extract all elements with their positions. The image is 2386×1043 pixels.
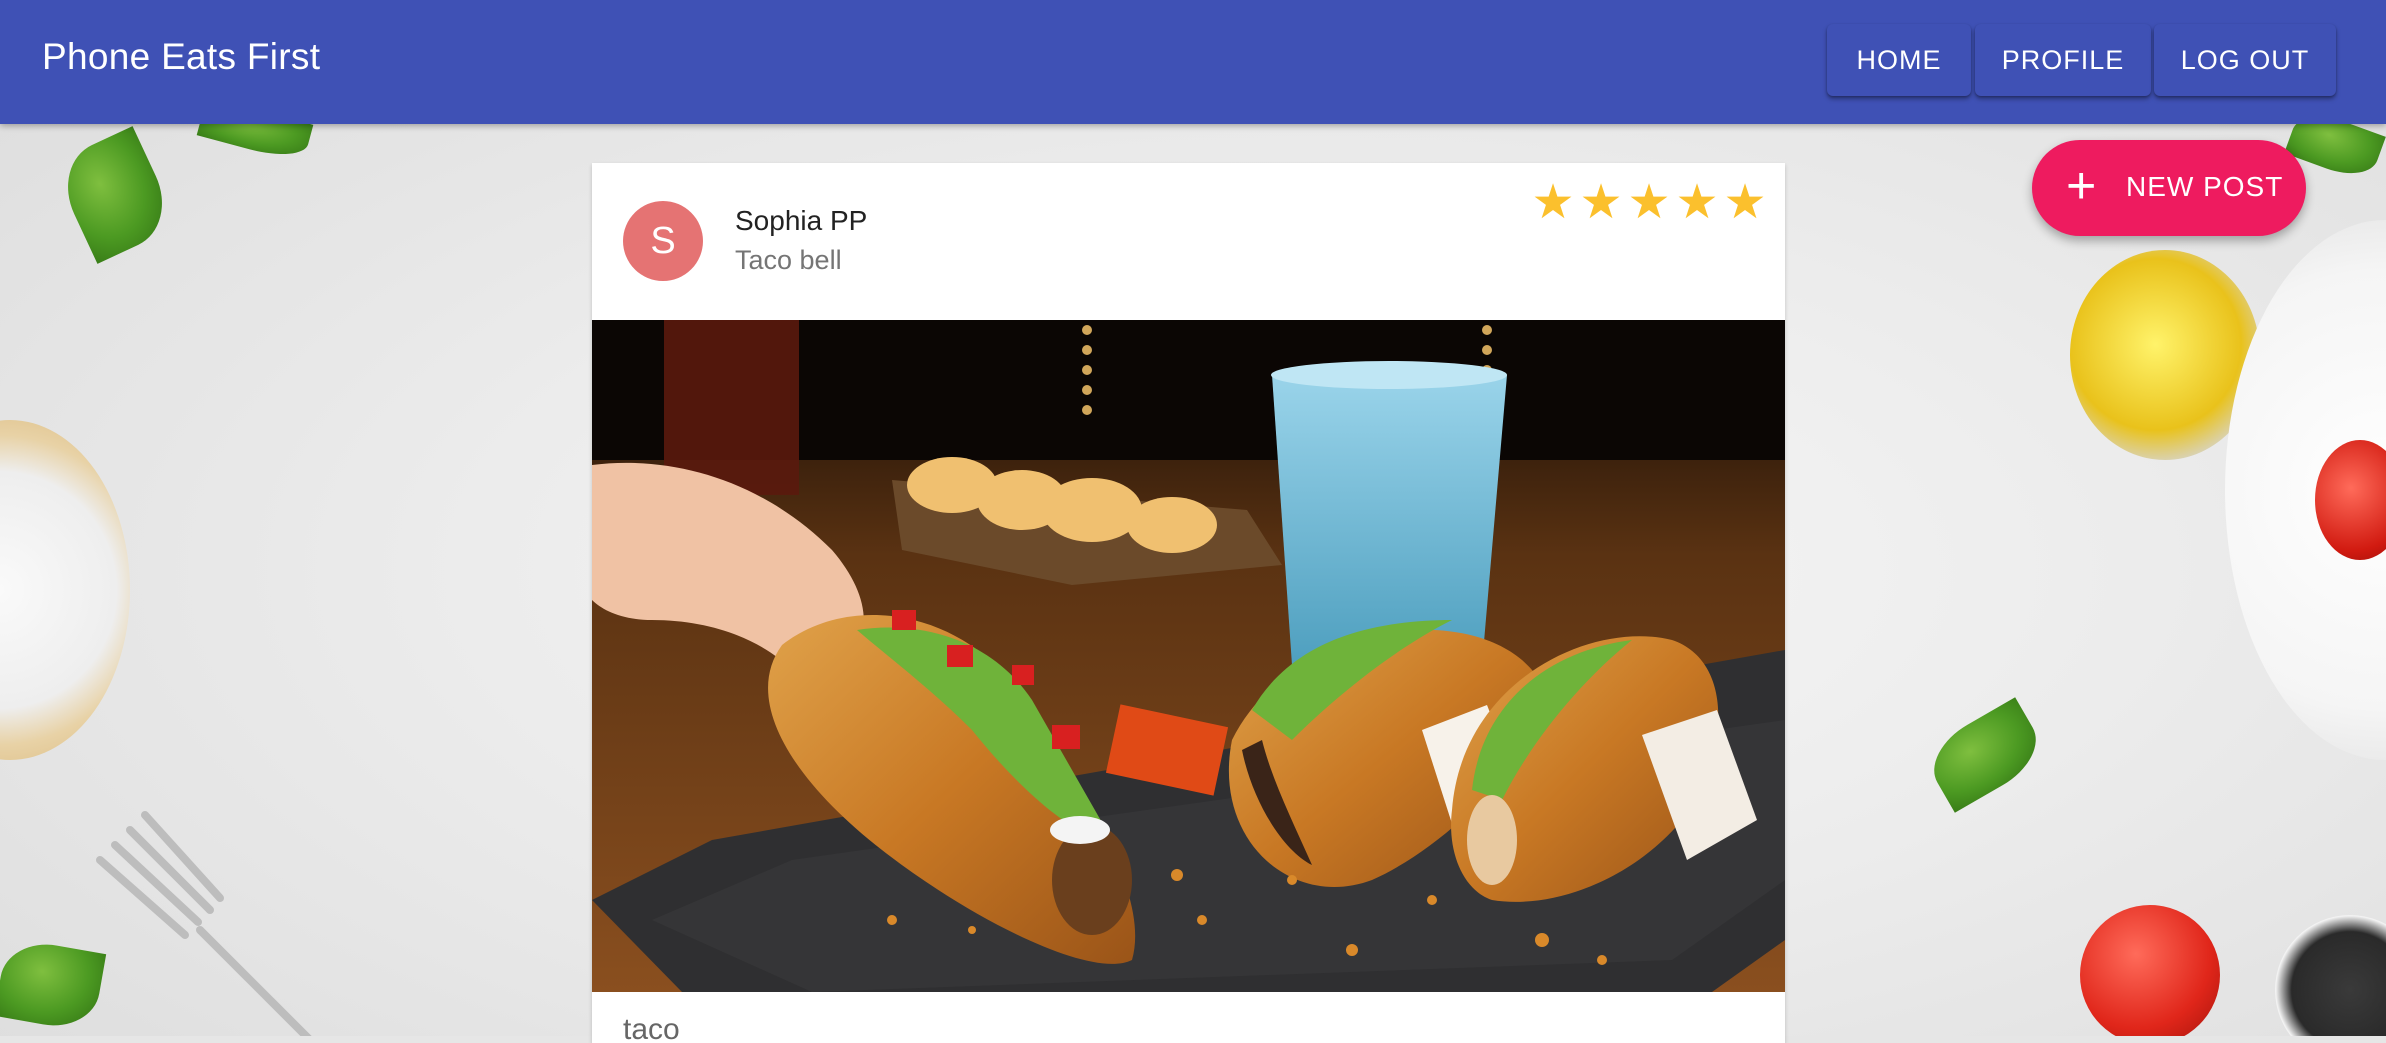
nav-home-button[interactable]: HOME: [1827, 24, 1971, 96]
plus-icon: +: [2066, 157, 2097, 215]
nav-profile-button[interactable]: PROFILE: [1975, 24, 2151, 96]
basil-leaf-decoration: [50, 126, 180, 264]
post-photo: [592, 320, 1785, 992]
cheese-bowl-decoration: [0, 420, 130, 760]
avatar[interactable]: S: [623, 201, 703, 281]
star-icon: ★: [1531, 176, 1575, 229]
star-icon: ★: [1627, 176, 1671, 229]
post-caption: taco: [623, 1013, 680, 1043]
fork-decoration: [96, 811, 312, 1036]
new-post-label: NEW POST: [2126, 171, 2284, 202]
star-icon: ★: [1675, 176, 1719, 229]
post-card[interactable]: S Sophia PP Taco bell ★ ★ ★ ★ ★ taco: [592, 163, 1785, 1043]
tomato-decoration: [2080, 905, 2220, 1036]
rating-stars: ★ ★ ★ ★ ★: [1531, 176, 1767, 229]
post-author: Sophia PP: [735, 205, 868, 236]
basil-leaf-decoration: [1919, 697, 2051, 813]
star-icon: ★: [1723, 176, 1767, 229]
nav-logout-button[interactable]: LOG OUT: [2154, 24, 2336, 96]
pepper-bowl-decoration: [2275, 915, 2386, 1036]
new-post-button[interactable]: + NEW POST: [2032, 140, 2306, 236]
star-icon: ★: [1579, 176, 1623, 229]
app-title: Phone Eats First: [42, 36, 321, 77]
post-restaurant: Taco bell: [735, 245, 842, 275]
app-bar: Phone Eats First HOME PROFILE LOG OUT: [0, 0, 2386, 124]
